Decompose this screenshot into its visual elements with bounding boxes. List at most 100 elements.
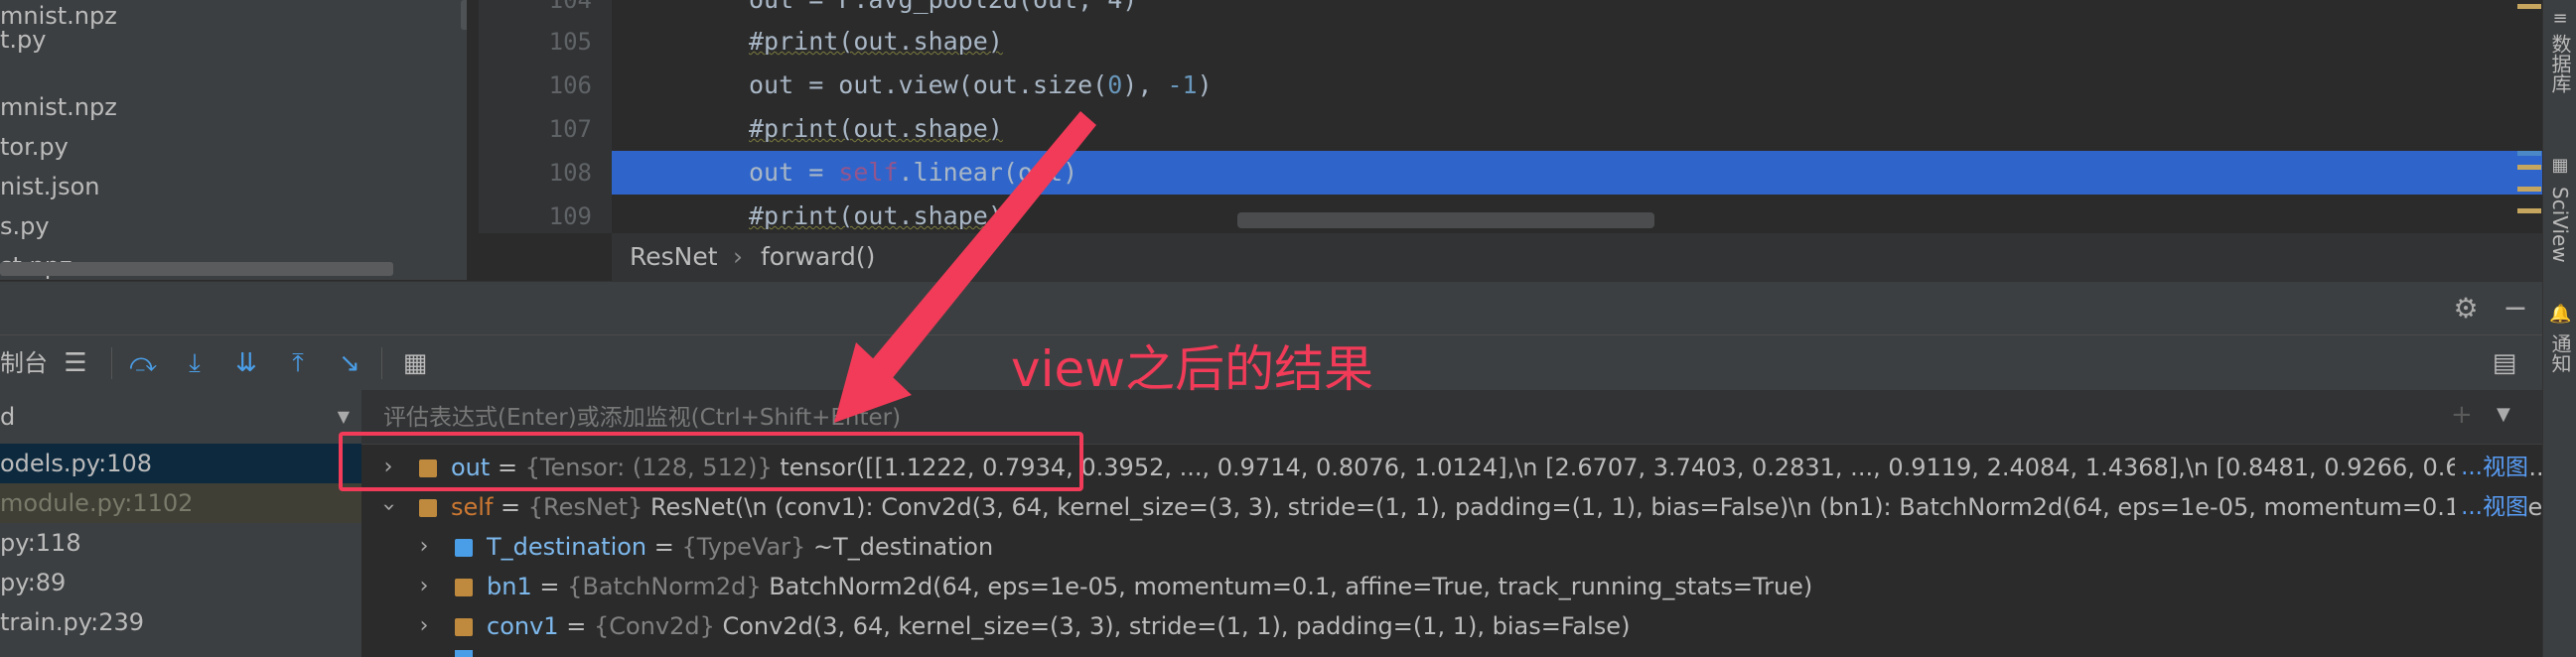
thread-selector-value: d bbox=[0, 403, 16, 431]
tab-database[interactable]: 数据库 bbox=[2546, 34, 2574, 117]
variable-type: {Conv2d} bbox=[593, 612, 723, 640]
variable-value: Conv2d(3, 64, kernel_size=(3, 3), stride… bbox=[722, 612, 1631, 640]
view-link[interactable]: ...视图 bbox=[2455, 448, 2528, 487]
code-text: out = self.linear(out) bbox=[749, 151, 1077, 195]
expand-arrow-icon[interactable]: › bbox=[413, 567, 435, 606]
error-stripe-marker[interactable] bbox=[2517, 208, 2541, 213]
variable-text: T_destination = {TypeVar} ~T_destination bbox=[487, 527, 993, 567]
code-line[interactable]: out = out.view(out.size(0), -1) bbox=[612, 64, 2542, 107]
breadcrumb-method[interactable]: forward() bbox=[761, 233, 875, 281]
table-view-icon[interactable]: ▦ bbox=[397, 345, 433, 381]
file-tree-horizontal-scrollbar[interactable] bbox=[0, 262, 393, 276]
step-out-icon[interactable]: ⤒ bbox=[280, 345, 316, 381]
file-tree-item[interactable]: nist.json bbox=[0, 167, 100, 206]
toolbar-separator bbox=[381, 347, 382, 379]
variable-row-t-destination[interactable]: › T_destination = {TypeVar} ~T_destinati… bbox=[361, 527, 2542, 567]
breadcrumb-separator: › bbox=[733, 242, 743, 271]
code-token: ), bbox=[1122, 70, 1168, 99]
variable-value: BatchNorm2d(64, eps=1e-05, momentum=0.1,… bbox=[769, 573, 1813, 600]
variable-icon bbox=[455, 579, 473, 596]
code-token: .linear(out) bbox=[898, 158, 1078, 187]
file-tree-item[interactable]: tor.py bbox=[0, 127, 69, 167]
run-to-cursor-icon[interactable]: ↘ bbox=[332, 345, 367, 381]
variable-row-conv1[interactable]: › conv1 = {Conv2d} Conv2d(3, 64, kernel_… bbox=[361, 606, 2542, 646]
variable-type: {ResNet} bbox=[527, 493, 650, 521]
line-number: 106 bbox=[548, 71, 592, 99]
stack-frame-selected[interactable]: odels.py:108 bbox=[0, 444, 361, 483]
variable-icon bbox=[455, 539, 473, 557]
variable-equals: = bbox=[558, 612, 594, 640]
variable-name: T_destination bbox=[487, 533, 647, 561]
variable-row-bn1[interactable]: › bn1 = {BatchNorm2d} BatchNorm2d(64, ep… bbox=[361, 567, 2542, 606]
code-text: out = F.avg_pool2d(out, 4) bbox=[749, 0, 1137, 22]
variable-text: bn1 = {BatchNorm2d} BatchNorm2d(64, eps=… bbox=[487, 567, 1812, 606]
variable-icon bbox=[455, 618, 473, 636]
line-number: 108 bbox=[548, 159, 592, 187]
console-tab[interactable]: 制台 bbox=[0, 335, 48, 391]
variable-icon bbox=[419, 499, 437, 517]
code-token: out = bbox=[749, 158, 839, 187]
step-into-my-code-icon[interactable]: ⇊ bbox=[228, 345, 264, 381]
code-number: 0 bbox=[1107, 70, 1123, 99]
code-token: out = out.view(out.size( bbox=[749, 70, 1108, 99]
step-into-icon[interactable]: ⤓ bbox=[177, 345, 213, 381]
code-line[interactable]: out = F.avg_pool2d(out, 4) bbox=[612, 0, 2542, 22]
file-tree-item[interactable]: s.py bbox=[0, 206, 50, 246]
stack-frame[interactable]: train.py:239 bbox=[0, 602, 361, 642]
file-tree-item[interactable]: mnist.npz bbox=[0, 87, 117, 127]
layout-menu-icon[interactable]: ☰ bbox=[58, 345, 93, 381]
minimize-icon[interactable]: − bbox=[2499, 292, 2532, 326]
code-line[interactable]: #print(out.shape) bbox=[612, 20, 2542, 64]
code-comment: #print(out.shape) bbox=[749, 27, 1003, 56]
tab-notifications[interactable]: 通知 bbox=[2546, 333, 2574, 391]
collapse-arrow-icon[interactable]: › bbox=[368, 496, 408, 518]
variable-row-self[interactable]: › self = {ResNet} ResNet(\n (conv1): Con… bbox=[361, 487, 2542, 527]
variable-type: {TypeVar} bbox=[681, 533, 813, 561]
code-line[interactable]: #print(out.shape) bbox=[612, 107, 2542, 151]
variable-name: bn1 bbox=[487, 573, 532, 600]
error-stripe-marker[interactable] bbox=[2517, 165, 2541, 170]
code-token: ) bbox=[1197, 70, 1213, 99]
add-watch-icon[interactable]: + bbox=[2451, 400, 2473, 430]
variable-name: self bbox=[451, 493, 494, 521]
variable-equals: = bbox=[531, 573, 568, 600]
error-stripe-marker[interactable] bbox=[2517, 151, 2541, 156]
code-keyword: self bbox=[838, 158, 899, 187]
breadcrumb-class[interactable]: ResNet bbox=[630, 233, 718, 281]
file-tree-vertical-scrollbar[interactable] bbox=[461, 0, 467, 30]
breadcrumb: ResNet › forward() bbox=[612, 233, 2542, 281]
view-link[interactable]: ...视图 bbox=[2455, 487, 2528, 527]
layout-settings-icon[interactable]: ▤ bbox=[2487, 345, 2522, 381]
editor-horizontal-scrollbar[interactable] bbox=[1237, 212, 1654, 228]
variable-equals: = bbox=[493, 493, 528, 521]
annotation-highlight-box bbox=[339, 432, 1083, 491]
error-stripe-marker[interactable] bbox=[2517, 4, 2541, 9]
variable-name: conv1 bbox=[487, 612, 559, 640]
code-editor[interactable]: out = F.avg_pool2d(out, 4) #print(out.sh… bbox=[612, 0, 2542, 233]
database-icon: ≡ bbox=[2552, 8, 2568, 29]
thread-selector[interactable]: d ▼ bbox=[0, 390, 361, 445]
stack-frame[interactable]: py:89 bbox=[0, 563, 361, 602]
error-stripe-marker[interactable] bbox=[2517, 187, 2541, 192]
line-number: 104 bbox=[548, 0, 592, 14]
code-text: out = out.view(out.size(0), -1) bbox=[749, 64, 1213, 107]
line-number: 109 bbox=[548, 202, 592, 230]
chevron-down-icon[interactable]: ▼ bbox=[2497, 404, 2510, 425]
variable-text: conv1 = {Conv2d} Conv2d(3, 64, kernel_si… bbox=[487, 606, 1630, 646]
line-number: 107 bbox=[548, 115, 592, 143]
toolbar-separator bbox=[111, 347, 112, 379]
stack-frame[interactable]: py:118 bbox=[0, 523, 361, 563]
step-over-icon[interactable]: ⤼ bbox=[125, 345, 161, 381]
editor-gutter: 104 105 106 107 108 109 bbox=[479, 0, 612, 233]
variable-equals: = bbox=[646, 533, 682, 561]
tab-sciview[interactable]: SciView bbox=[2546, 187, 2574, 276]
debug-tool-window-header: ⚙ − bbox=[0, 281, 2542, 335]
current-execution-line[interactable]: out = self.linear(out) bbox=[612, 151, 2542, 195]
file-tree-item[interactable]: t.py bbox=[0, 20, 46, 60]
gear-icon[interactable]: ⚙ bbox=[2449, 292, 2483, 326]
variable-value: ~T_destination bbox=[812, 533, 994, 561]
stack-frame[interactable]: module.py:1102 bbox=[0, 483, 361, 523]
right-tool-strip: ≡ 数据库 ▦ SciView 🔔 通知 bbox=[2542, 0, 2576, 657]
expand-arrow-icon[interactable]: › bbox=[413, 527, 435, 567]
expand-arrow-icon[interactable]: › bbox=[413, 606, 435, 646]
